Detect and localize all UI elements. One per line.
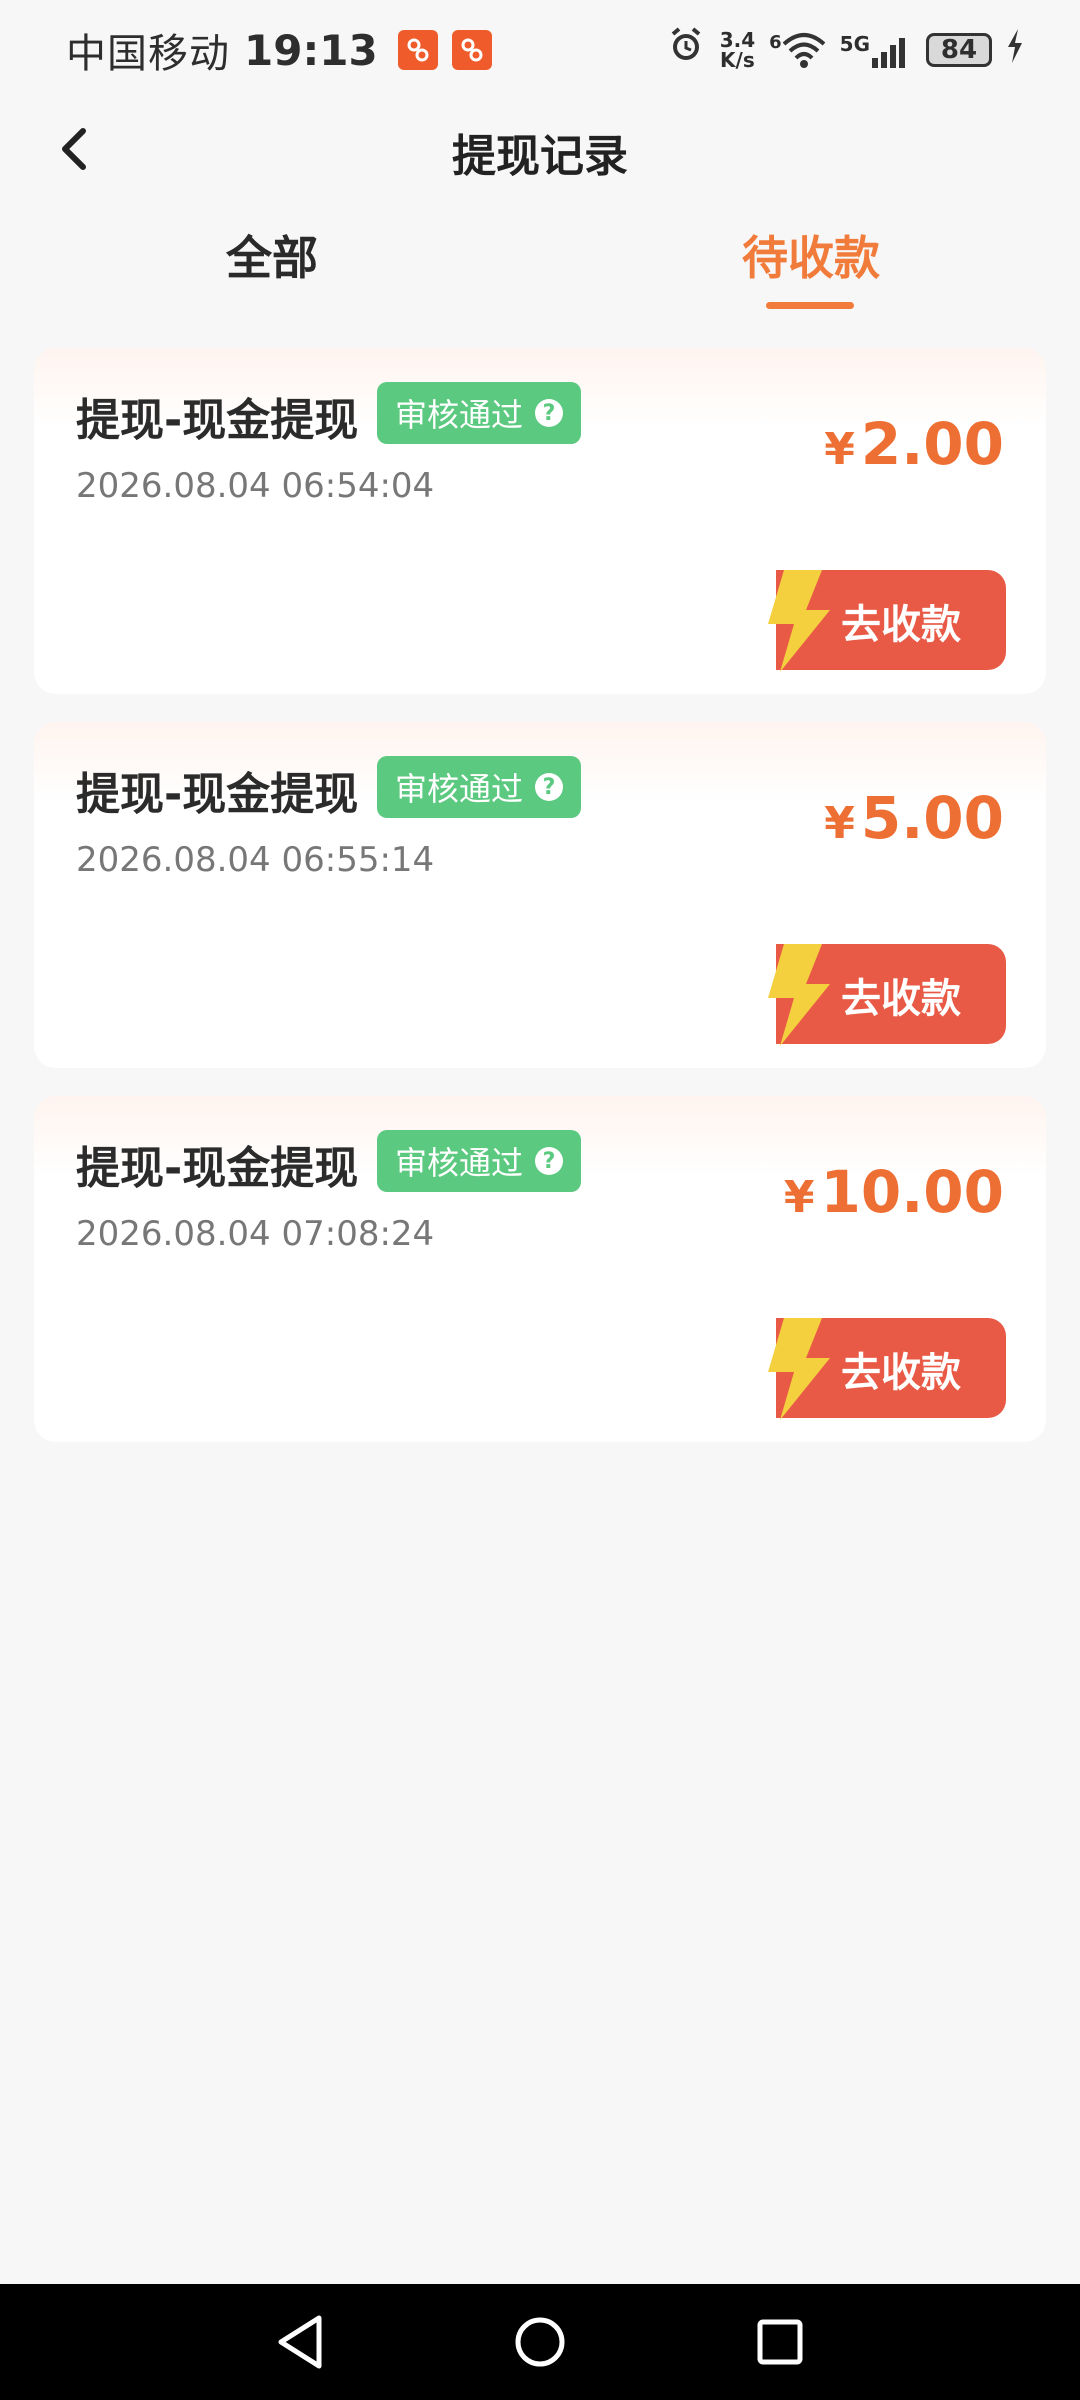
nav-back-button[interactable]: [260, 2302, 340, 2382]
list-item: 提现-现金提现 审核通过 ? 2026.08.04 06:54:04 ¥ 2.0…: [34, 348, 1046, 694]
wifi-icon: 6: [769, 32, 826, 68]
record-time: 2026.08.04 07:08:24: [76, 1214, 435, 1254]
page-title: 提现记录: [452, 131, 628, 182]
title-bar: 提现记录: [0, 100, 1080, 196]
status-right: 3.4 K/s 6 5G 84: [666, 25, 1024, 75]
status-badge-label: 审核通过: [395, 770, 524, 808]
tab-pending[interactable]: 待收款: [742, 222, 880, 288]
collect-button[interactable]: 去收款: [756, 1318, 1006, 1420]
lightning-icon: [768, 570, 830, 672]
network-speed: 3.4 K/s: [720, 30, 755, 70]
status-badge-label: 审核通过: [395, 396, 524, 434]
lightning-icon: [768, 1318, 830, 1420]
record-amount: ¥ 10.00: [784, 1158, 1004, 1226]
wifi-label: 6: [769, 32, 782, 53]
carrier-name: 中国移动: [66, 31, 230, 77]
amount-value: 10.00: [820, 1158, 1004, 1226]
tab-bar: 全部 待收款: [0, 210, 1080, 320]
net-speed-value: 3.4: [719, 28, 756, 52]
net-speed-unit: K/s: [720, 48, 755, 72]
app-notification-icon: [397, 30, 438, 70]
status-badge[interactable]: 审核通过 ?: [377, 382, 582, 444]
system-navigation-bar: [0, 2284, 1080, 2400]
app-notification-icon: [451, 30, 492, 70]
clock-time: 19:13: [244, 25, 378, 75]
nav-recents-button[interactable]: [740, 2302, 820, 2382]
status-left: 中国移动 19:13: [66, 21, 492, 79]
battery-indicator: 84: [926, 33, 992, 67]
active-tab-indicator: [766, 302, 854, 309]
status-badge-label: 审核通过: [395, 1144, 524, 1182]
lightning-icon: [768, 944, 830, 1046]
status-badge[interactable]: 审核通过 ?: [377, 1130, 582, 1192]
record-amount: ¥ 5.00: [824, 784, 1004, 852]
record-time: 2026.08.04 06:54:04: [76, 466, 435, 506]
nav-home-button[interactable]: [500, 2302, 580, 2382]
amount-value: 2.00: [860, 410, 1004, 478]
record-title: 提现-现金提现: [76, 769, 359, 820]
circle-home-icon: [515, 2317, 565, 2367]
network-type-label: 5G: [839, 32, 870, 56]
question-icon: ?: [535, 399, 564, 427]
amount-value: 5.00: [860, 784, 1004, 852]
tab-all[interactable]: 全部: [226, 222, 318, 288]
record-title: 提现-现金提现: [76, 1143, 359, 1194]
status-bar: 中国移动 19:13 3.4 K/s 6 5G 84: [0, 0, 1080, 100]
collect-button-label: 去收款: [841, 602, 961, 648]
collect-button-label: 去收款: [841, 1350, 961, 1396]
list-item: 提现-现金提现 审核通过 ? 2026.08.04 07:08:24 ¥ 10.…: [34, 1096, 1046, 1442]
alarm-icon: [666, 25, 706, 75]
record-amount: ¥ 2.00: [824, 410, 1004, 478]
currency-symbol: ¥: [824, 424, 855, 475]
square-recents-icon: [757, 2319, 803, 2365]
record-title: 提现-现金提现: [76, 395, 359, 446]
question-icon: ?: [535, 773, 564, 801]
record-time: 2026.08.04 06:55:14: [76, 840, 435, 880]
currency-symbol: ¥: [783, 1172, 815, 1223]
question-icon: ?: [535, 1147, 564, 1175]
list-item: 提现-现金提现 审核通过 ? 2026.08.04 06:55:14 ¥ 5.0…: [34, 722, 1046, 1068]
status-badge[interactable]: 审核通过 ?: [377, 756, 582, 818]
cellular-signal-icon: 5G: [840, 32, 912, 68]
collect-button[interactable]: 去收款: [756, 944, 1006, 1046]
collect-button[interactable]: 去收款: [756, 570, 1006, 672]
triangle-back-icon: [278, 2315, 322, 2369]
currency-symbol: ¥: [824, 798, 855, 849]
charging-icon: [1006, 29, 1024, 71]
collect-button-label: 去收款: [841, 976, 961, 1022]
